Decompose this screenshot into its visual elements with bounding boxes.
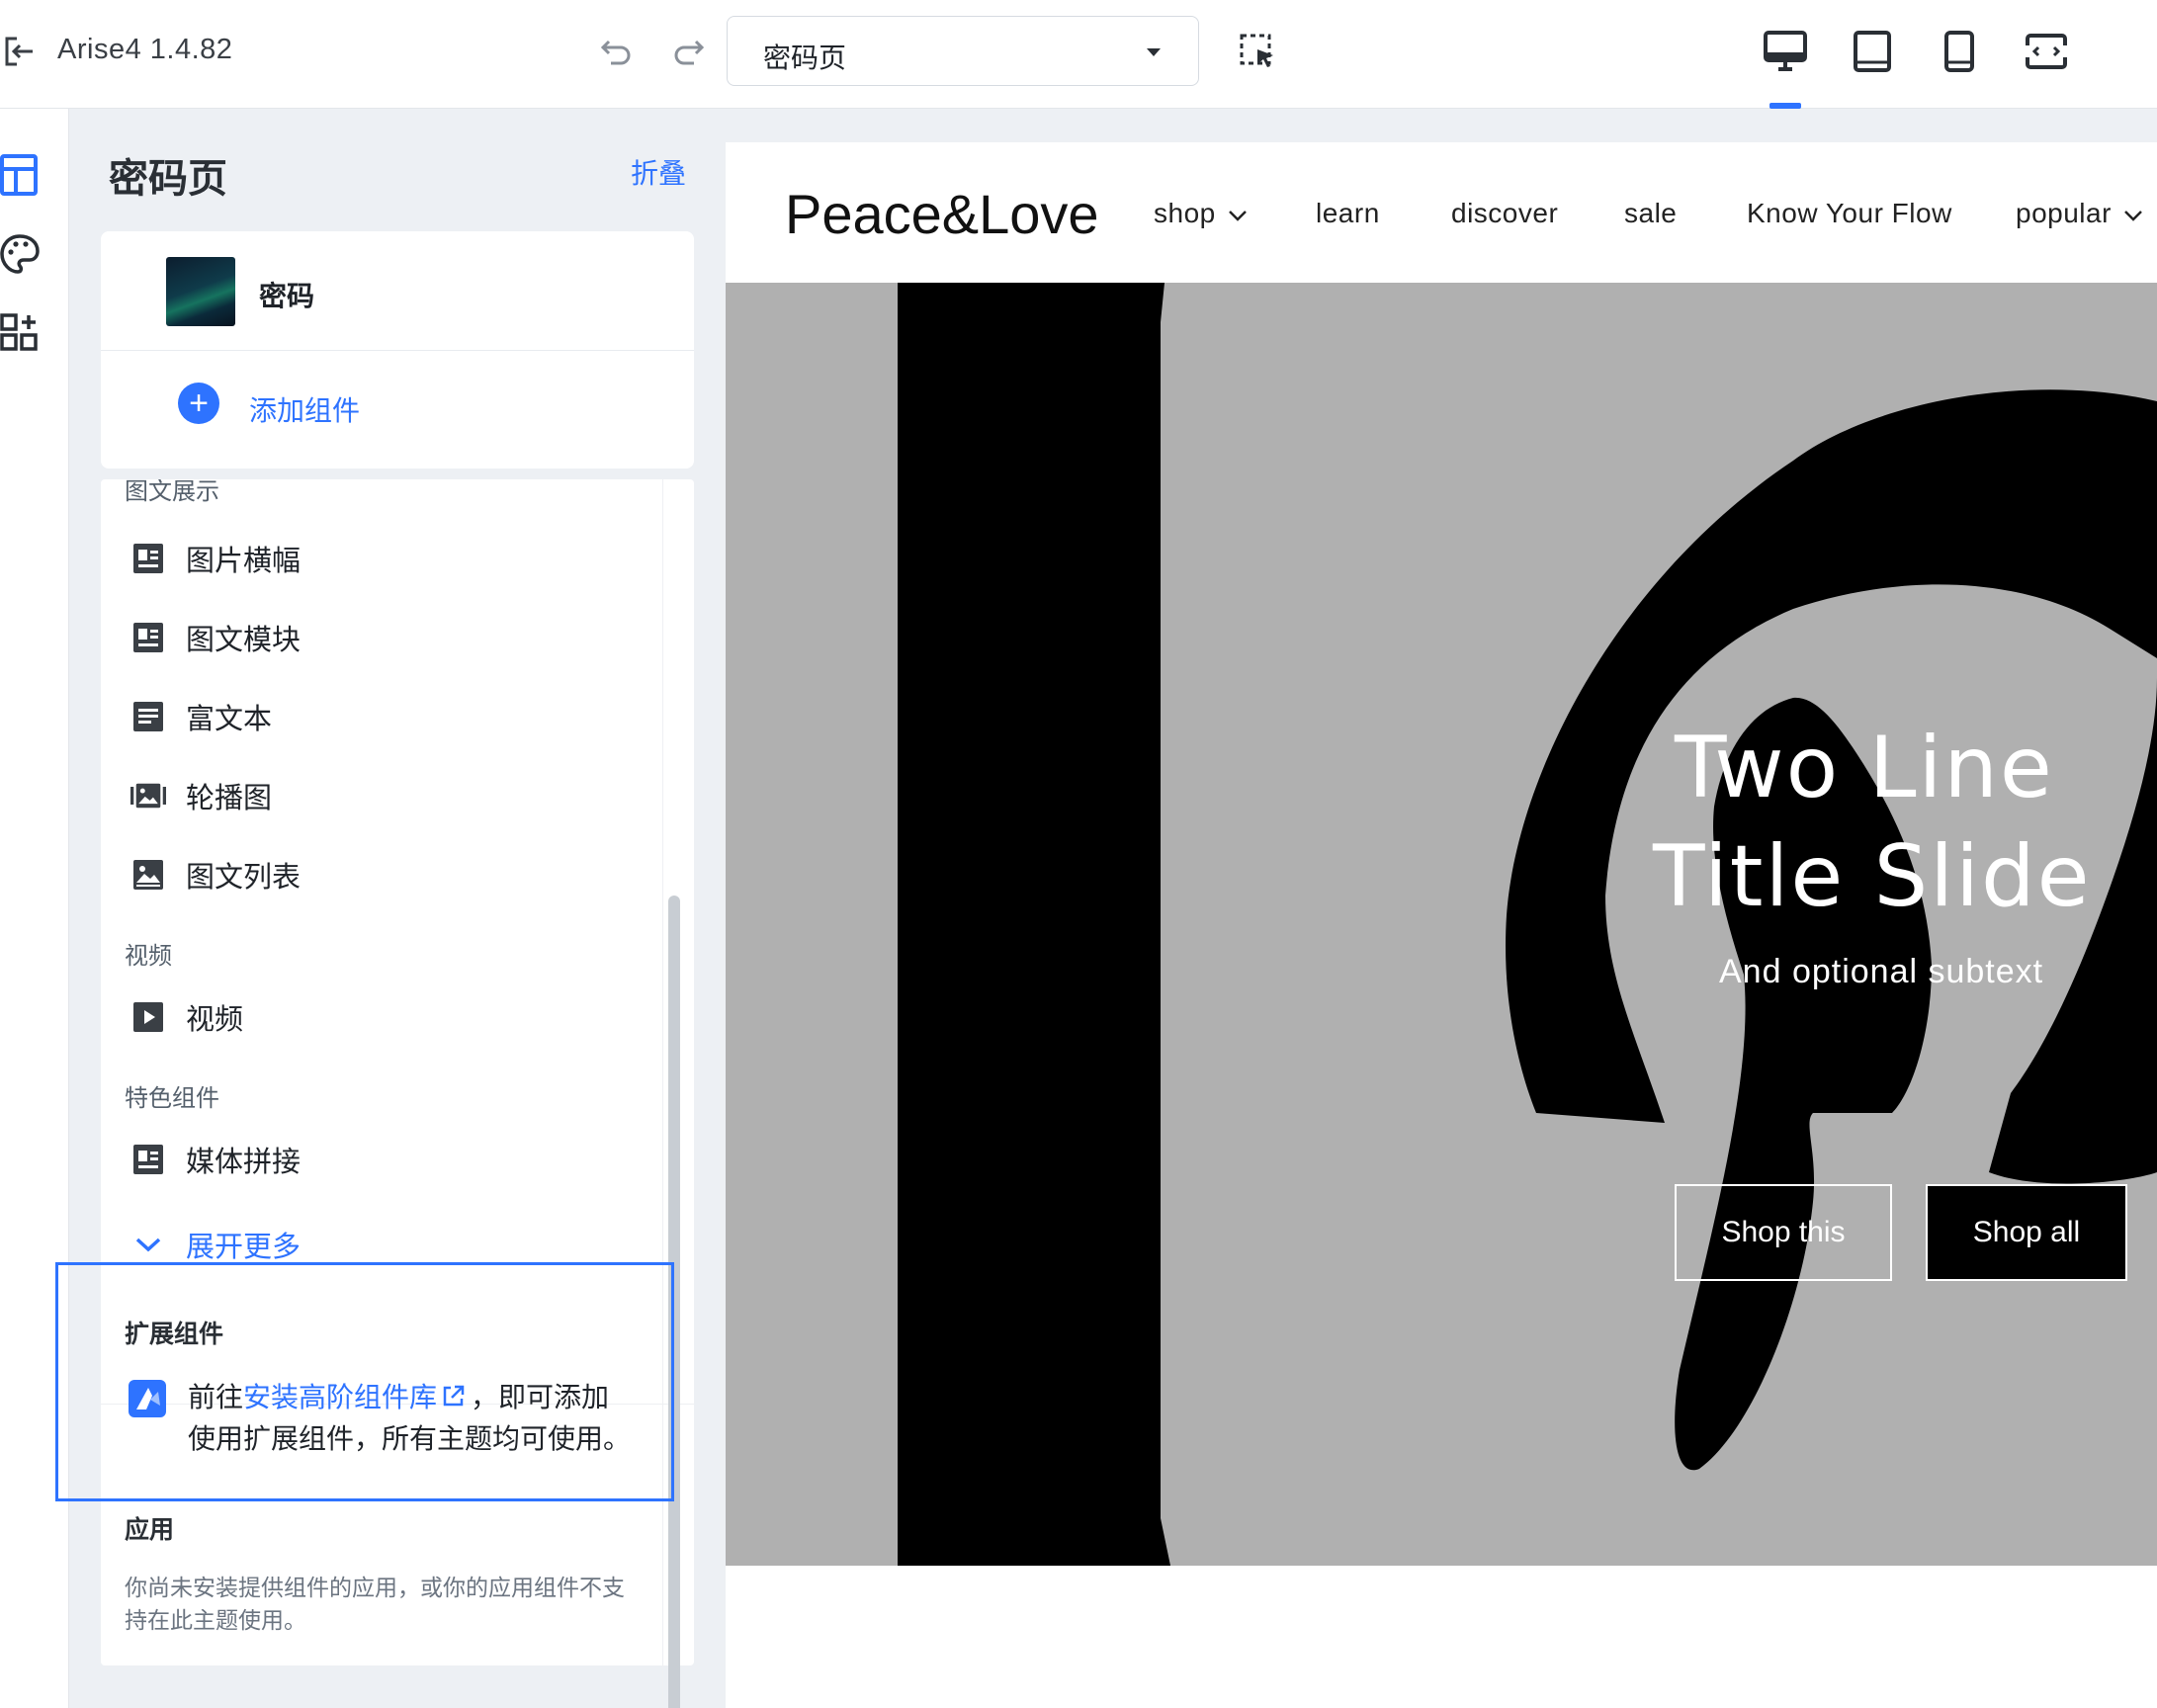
store-logo[interactable]: Peace&Love [785,182,1099,246]
list-item-image-text-list[interactable]: 图文列表 [130,853,645,897]
nav-item-know-your-flow[interactable]: Know Your Flow [1747,198,1952,229]
theme-palette-icon[interactable] [0,231,40,277]
hero-title-line2: Title Slide [1653,827,2092,926]
collapse-link[interactable]: 折叠 [631,152,686,192]
nav-item-learn[interactable]: learn [1316,198,1380,229]
section-card: 密码 + 添加组件 [101,231,694,469]
undo-icon[interactable] [597,32,637,71]
item-label: 图文模块 [186,625,302,656]
image-banner-icon [130,541,166,576]
list-item-carousel[interactable]: 轮播图 [130,774,645,817]
item-label: 富文本 [186,704,273,735]
item-label: 轮播图 [186,783,273,814]
chevron-down-icon [2124,211,2143,221]
chevron-down-icon [1229,211,1247,221]
divider [101,350,694,351]
page-select-value: 密码页 [763,43,847,73]
shop-all-button[interactable]: Shop all [1926,1184,2127,1281]
category-label: 视频 [125,943,172,970]
expand-more-button[interactable]: 展开更多 [130,1223,301,1266]
section-thumbnail [166,257,235,326]
panel-title: 密码页 [109,157,227,201]
list-item-video[interactable]: 视频 [130,995,645,1039]
category-label: 图文展示 [125,479,219,505]
top-toolbar: Arise4 1.4.82 密码页 [0,0,2157,109]
mobile-view-icon[interactable] [1936,28,1983,75]
apps-title: 应用 [125,1516,175,1544]
item-label: 视频 [186,1004,244,1036]
extension-text-before: 前往 [188,1382,244,1412]
section-name[interactable]: 密码 [259,275,314,314]
external-link-icon[interactable] [441,1380,467,1419]
nav-label: shop [1154,198,1216,228]
caret-down-icon [1147,48,1161,56]
image-text-icon [130,620,166,655]
list-item-media-collage[interactable]: 媒体拼接 [130,1138,645,1181]
exit-icon[interactable] [0,32,40,71]
chevron-down-icon [130,1236,166,1253]
nav-label: popular [2016,198,2112,228]
nav-item-popular[interactable]: popular [2016,198,2143,229]
image-list-icon [130,857,166,893]
layout-icon[interactable] [0,152,40,198]
hero-title-line1: Two Line [1675,719,2054,817]
list-item-image-banner[interactable]: 图片横幅 [130,537,645,580]
expand-more-label: 展开更多 [186,1232,302,1263]
item-label: 图文列表 [186,862,302,894]
desktop-view-icon[interactable] [1762,28,1809,75]
video-play-icon [130,999,166,1035]
nav-item-sale[interactable]: sale [1624,198,1677,229]
hero-slideshow: Two Line Title Slide And optional subtext… [726,283,2157,1566]
item-label: 媒体拼接 [186,1147,302,1178]
list-item-image-text-block[interactable]: 图文模块 [130,616,645,659]
select-element-icon[interactable] [1238,32,1277,71]
store-preview: Peace&Love shop learn discover sale Know… [726,142,2157,1708]
shop-this-button[interactable]: Shop this [1675,1184,1892,1281]
apps-description: 你尚未安装提供组件的应用，或你的应用组件不支持在此主题使用。 [125,1575,625,1633]
nav-item-shop[interactable]: shop [1154,198,1248,229]
fullscreen-icon[interactable] [2023,28,2070,75]
page-select[interactable]: 密码页 [727,16,1199,86]
hero-subtext: And optional subtext [1719,953,2044,990]
add-component-button[interactable]: 添加组件 [249,389,360,429]
media-collage-icon [130,1142,166,1177]
apps-add-icon[interactable] [0,310,40,356]
install-library-link[interactable]: 安装高阶组件库 [243,1382,437,1412]
extension-description: 前往安装高阶组件库 ，即可添加使用扩展组件，所有主题均可使用。 [188,1378,633,1459]
tablet-landscape-icon[interactable] [1849,28,1896,75]
nav-item-discover[interactable]: discover [1451,198,1558,229]
list-item-rich-text[interactable]: 富文本 [130,695,645,738]
component-library-icon [129,1380,166,1417]
category-label: 特色组件 [125,1085,219,1112]
redo-icon[interactable] [668,32,708,71]
hero-title: Two Line Title Slide [1653,714,2157,931]
extension-title: 扩展组件 [125,1321,224,1348]
carousel-icon [130,778,166,813]
rich-text-icon [130,699,166,734]
item-label: 图片横幅 [186,546,302,577]
add-component-icon[interactable]: + [178,383,219,424]
app-title: Arise4 1.4.82 [57,34,233,65]
